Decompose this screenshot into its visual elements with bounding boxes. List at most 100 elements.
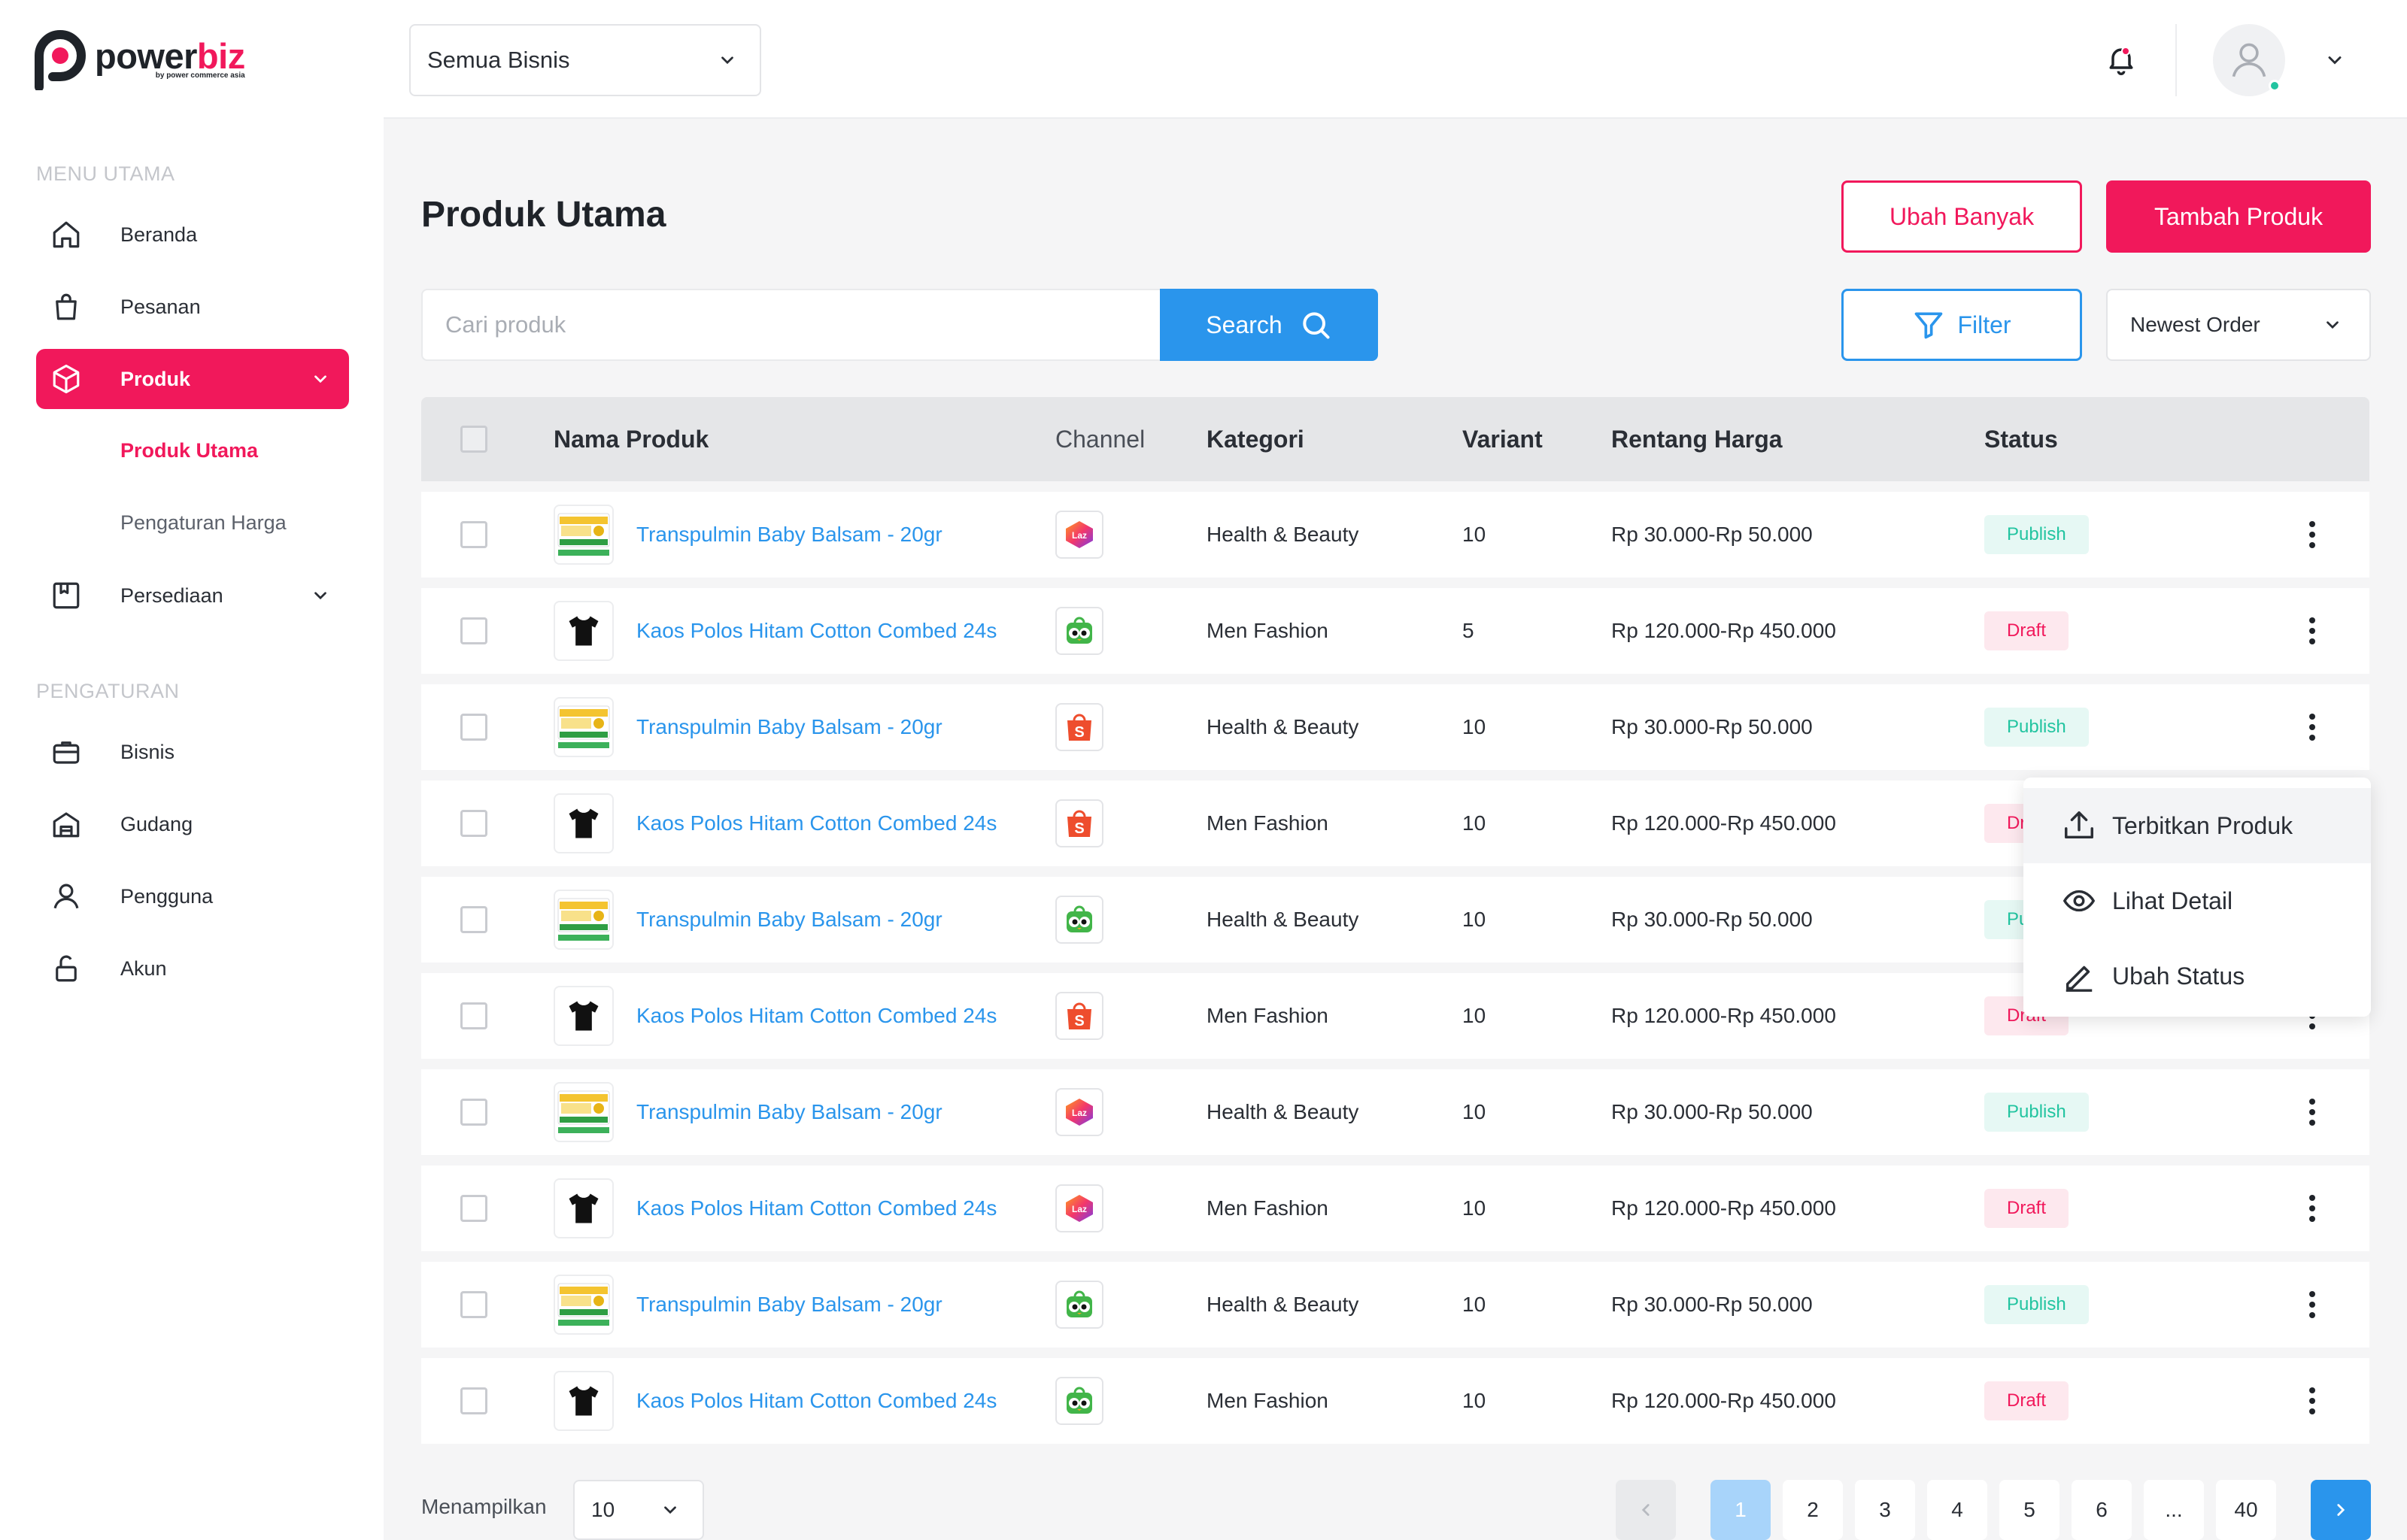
filter-button[interactable]: Filter <box>1841 289 2082 361</box>
more-options-icon[interactable] <box>2297 1195 2327 1222</box>
section-title-main: MENU UTAMA <box>36 162 175 185</box>
sidebar-item-gudang[interactable]: Gudang <box>36 794 349 854</box>
menu-item-terbitkan-produk[interactable]: Terbitkan Produk <box>2023 788 2371 863</box>
table-row[interactable]: Kaos Polos Hitam Cotton Combed 24s Men Fa… <box>421 588 2369 674</box>
column-header-rentang-harga[interactable]: Rentang Harga <box>1611 397 1783 481</box>
more-options-icon[interactable] <box>2297 1099 2327 1126</box>
sidebar-subitem-pengaturan-harga[interactable]: Pengaturan Harga <box>120 511 287 535</box>
column-header-status[interactable]: Status <box>1984 397 2058 481</box>
chevron-down-icon[interactable] <box>2324 50 2345 71</box>
bulk-edit-button[interactable]: Ubah Banyak <box>1841 180 2082 253</box>
balsam-product-image <box>557 1090 610 1133</box>
pagination-next-button[interactable] <box>2311 1480 2371 1540</box>
more-options-icon[interactable] <box>2297 1291 2327 1318</box>
product-name-link[interactable]: Transpulmin Baby Balsam - 20gr <box>636 492 942 578</box>
table-row[interactable]: Transpulmin Baby Balsam - 20gr S Health & … <box>421 684 2369 770</box>
sidebar-item-bisnis[interactable]: Bisnis <box>36 722 349 782</box>
product-thumbnail[interactable] <box>554 601 614 661</box>
table-row[interactable]: Transpulmin Baby Balsam - 20gr Laz Health … <box>421 1069 2369 1155</box>
row-checkbox[interactable] <box>460 1099 487 1126</box>
sidebar-subitem-produk-utama[interactable]: Produk Utama <box>120 439 258 462</box>
more-options-icon[interactable] <box>2297 521 2327 548</box>
bell-icon[interactable] <box>2105 42 2138 77</box>
column-header-kategori[interactable]: Kategori <box>1207 397 1304 481</box>
online-status-dot <box>2269 80 2281 92</box>
channel-badge: Laz <box>1055 1088 1103 1136</box>
row-checkbox[interactable] <box>460 906 487 933</box>
chevron-down-icon <box>302 369 338 389</box>
product-thumbnail[interactable] <box>554 505 614 565</box>
menu-item-label: Terbitkan Produk <box>2112 811 2293 839</box>
column-header-channel[interactable]: Channel <box>1055 397 1145 481</box>
product-thumbnail[interactable] <box>554 1371 614 1431</box>
row-checkbox[interactable] <box>460 714 487 741</box>
rows-per-page-select[interactable]: 10 <box>573 1480 704 1540</box>
header-divider <box>2175 24 2177 96</box>
product-thumbnail[interactable] <box>554 1178 614 1238</box>
product-variant-count: 10 <box>1462 1196 1486 1220</box>
product-thumbnail[interactable] <box>554 890 614 950</box>
sort-select[interactable]: Newest Order <box>2106 289 2371 361</box>
pagination-page-4[interactable]: 4 <box>1927 1480 1987 1540</box>
pagination-page-6[interactable]: 6 <box>2072 1480 2132 1540</box>
pagination-page-2[interactable]: 2 <box>1783 1480 1843 1540</box>
add-product-button[interactable]: Tambah Produk <box>2106 180 2371 253</box>
powerbiz-logo[interactable]: powerbiz by power commerce asia <box>33 27 245 90</box>
table-row[interactable]: Transpulmin Baby Balsam - 20gr Laz Health … <box>421 492 2369 578</box>
more-options-icon[interactable] <box>2297 1387 2327 1414</box>
menu-item-lihat-detail[interactable]: Lihat Detail <box>2023 863 2371 938</box>
business-select[interactable]: Semua Bisnis <box>409 24 761 96</box>
sidebar-item-beranda[interactable]: Beranda <box>36 205 349 265</box>
row-checkbox[interactable] <box>460 810 487 837</box>
column-header-variant[interactable]: Variant <box>1462 397 1543 481</box>
row-checkbox[interactable] <box>460 1002 487 1029</box>
product-thumbnail[interactable] <box>554 793 614 853</box>
product-thumbnail[interactable] <box>554 986 614 1046</box>
row-checkbox[interactable] <box>460 521 487 548</box>
row-checkbox[interactable] <box>460 617 487 644</box>
product-thumbnail[interactable] <box>554 1275 614 1335</box>
unlock-icon <box>36 953 96 984</box>
chevron-down-icon <box>718 50 737 70</box>
product-thumbnail[interactable] <box>554 1082 614 1142</box>
product-name-link[interactable]: Kaos Polos Hitam Cotton Combed 24s <box>636 973 997 1059</box>
product-thumbnail[interactable] <box>554 697 614 757</box>
menu-item-ubah-status[interactable]: Ubah Status <box>2023 938 2371 1014</box>
column-header-nama-produk[interactable]: Nama Produk <box>554 397 709 481</box>
select-all-checkbox[interactable] <box>460 426 487 453</box>
product-name-link[interactable]: Transpulmin Baby Balsam - 20gr <box>636 877 942 962</box>
pagination-page-40[interactable]: 40 <box>2216 1480 2276 1540</box>
sidebar-item-persediaan[interactable]: Persediaan <box>36 565 349 626</box>
pagination-page-1[interactable]: 1 <box>1710 1480 1771 1540</box>
table-row[interactable]: Transpulmin Baby Balsam - 20gr Health & B… <box>421 1262 2369 1348</box>
product-name-link[interactable]: Kaos Polos Hitam Cotton Combed 24s <box>636 588 997 674</box>
product-name-link[interactable]: Kaos Polos Hitam Cotton Combed 24s <box>636 1166 997 1251</box>
product-name-link[interactable]: Transpulmin Baby Balsam - 20gr <box>636 1069 942 1155</box>
balsam-product-image <box>557 705 610 748</box>
sidebar-item-pesanan[interactable]: Pesanan <box>36 277 349 337</box>
row-checkbox[interactable] <box>460 1387 487 1414</box>
sidebar-item-akun[interactable]: Akun <box>36 938 349 999</box>
table-row[interactable]: Kaos Polos Hitam Cotton Combed 24s Men Fa… <box>421 1358 2369 1444</box>
row-action-menu: Terbitkan Produk Lihat Detail Ubah Statu… <box>2023 778 2371 1017</box>
search-button-label: Search <box>1206 311 1282 338</box>
row-checkbox[interactable] <box>460 1195 487 1222</box>
more-options-icon[interactable] <box>2297 617 2327 644</box>
product-name-link[interactable]: Transpulmin Baby Balsam - 20gr <box>636 684 942 770</box>
table-row[interactable]: Kaos Polos Hitam Cotton Combed 24s Laz Men… <box>421 1166 2369 1251</box>
pagination-page-3[interactable]: 3 <box>1855 1480 1915 1540</box>
sidebar-item-produk[interactable]: Produk <box>36 349 349 409</box>
search-input[interactable]: Cari produk <box>421 289 1160 361</box>
row-checkbox[interactable] <box>460 1291 487 1318</box>
product-variant-count: 10 <box>1462 715 1486 738</box>
svg-text:Laz: Laz <box>1072 530 1087 541</box>
product-name-link[interactable]: Transpulmin Baby Balsam - 20gr <box>636 1262 942 1348</box>
product-name-link[interactable]: Kaos Polos Hitam Cotton Combed 24s <box>636 781 997 866</box>
more-options-icon[interactable] <box>2297 714 2327 741</box>
product-name-link[interactable]: Kaos Polos Hitam Cotton Combed 24s <box>636 1358 997 1444</box>
sidebar-item-pengguna[interactable]: Pengguna <box>36 866 349 926</box>
pagination-page-5[interactable]: 5 <box>1999 1480 2059 1540</box>
tokopedia-icon <box>1067 617 1092 644</box>
search-button[interactable]: Search <box>1160 289 1378 361</box>
pagination-prev-button[interactable] <box>1616 1480 1676 1540</box>
